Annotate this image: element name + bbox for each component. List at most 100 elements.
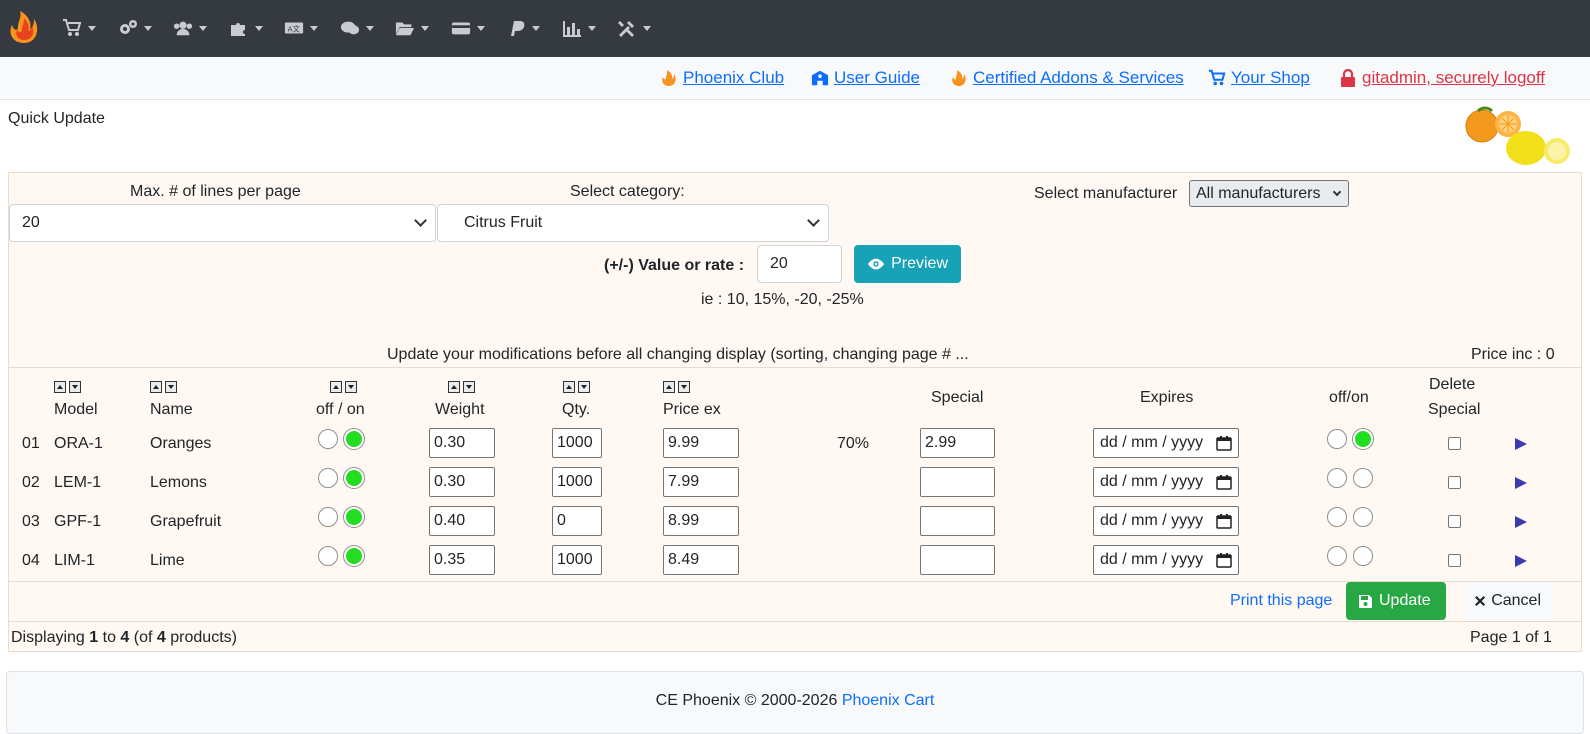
weight-input[interactable]: 0.40 (429, 506, 495, 536)
calendar-icon[interactable] (1216, 435, 1232, 451)
addons-menu[interactable] (229, 14, 285, 42)
customers-menu[interactable] (173, 14, 229, 42)
special-on-radio[interactable] (1353, 507, 1373, 527)
play-arrow-icon[interactable] (1515, 516, 1527, 528)
delete-special-checkbox[interactable] (1448, 515, 1461, 528)
expires-date-input[interactable]: dd / mm / yyyy (1093, 506, 1239, 536)
sort-asc-icon[interactable] (448, 381, 460, 393)
expires-date-input[interactable]: dd / mm / yyyy (1093, 467, 1239, 497)
reports-chat-menu[interactable] (340, 14, 396, 42)
tools-menu[interactable] (617, 14, 673, 42)
chevron-down-icon (199, 25, 207, 31)
status-off-radio[interactable] (318, 429, 338, 449)
sort-desc-icon[interactable] (678, 381, 690, 393)
qty-input[interactable]: 1000 (552, 428, 602, 458)
expires-date-input[interactable]: dd / mm / yyyy (1093, 545, 1239, 575)
range-from: 1 (89, 629, 99, 646)
status-off-radio[interactable] (318, 468, 338, 488)
cancel-button[interactable]: Cancel (1463, 582, 1553, 620)
special-off-radio[interactable] (1327, 468, 1347, 488)
phoenix-club-link[interactable]: Phoenix Club (660, 68, 784, 88)
rate-input[interactable]: 20 (757, 245, 842, 283)
calendar-icon[interactable] (1216, 474, 1232, 490)
weight-input[interactable]: 0.30 (429, 467, 495, 497)
payment-menu[interactable] (451, 14, 507, 42)
special-on-radio[interactable] (1353, 546, 1373, 566)
calendar-icon[interactable] (1216, 513, 1232, 529)
user-guide-link[interactable]: User Guide (811, 68, 920, 88)
weight-value: 0.35 (434, 551, 466, 568)
folder-open-icon (395, 22, 415, 36)
play-arrow-icon[interactable] (1515, 555, 1527, 567)
model-sort-buttons (54, 381, 81, 393)
manufacturer-select[interactable]: All manufacturers (1189, 180, 1349, 207)
phoenix-logo-icon[interactable] (6, 9, 42, 45)
status-on-radio[interactable] (344, 468, 364, 488)
status-on-radio[interactable] (344, 546, 364, 566)
lines-per-page-select[interactable]: 20 (9, 204, 436, 242)
price-input[interactable]: 9.99 (663, 428, 739, 458)
special-input[interactable] (920, 506, 995, 536)
weight-input[interactable]: 0.35 (429, 545, 495, 575)
sort-desc-icon[interactable] (345, 381, 357, 393)
catalog-menu[interactable] (62, 14, 118, 42)
category-select[interactable]: Citrus Fruit (437, 204, 829, 242)
special-input[interactable]: 2.99 (920, 428, 995, 458)
special-on-radio[interactable] (1353, 429, 1373, 449)
delete-special-checkbox[interactable] (1448, 437, 1461, 450)
top-navbar: A文 (0, 0, 1590, 57)
save-icon (1359, 594, 1372, 608)
sort-desc-icon[interactable] (463, 381, 475, 393)
play-arrow-icon[interactable] (1515, 438, 1527, 450)
status-on-radio[interactable] (344, 429, 364, 449)
qty-input[interactable]: 0 (552, 506, 602, 536)
price-input[interactable]: 8.99 (663, 506, 739, 536)
special-off-radio[interactable] (1327, 546, 1347, 566)
localization-menu[interactable]: A文 (284, 14, 340, 42)
preview-button[interactable]: Preview (854, 245, 961, 283)
total-count: 4 (156, 629, 166, 646)
special-input[interactable] (920, 467, 995, 497)
sort-desc-icon[interactable] (578, 381, 590, 393)
your-shop-link[interactable]: Your Shop (1208, 68, 1310, 88)
status-on-radio[interactable] (344, 507, 364, 527)
weight-input[interactable]: 0.30 (429, 428, 495, 458)
sort-desc-icon[interactable] (69, 381, 81, 393)
special-off-radio[interactable] (1327, 429, 1347, 449)
play-arrow-icon[interactable] (1515, 477, 1527, 489)
price-input[interactable]: 7.99 (663, 467, 739, 497)
certified-addons-link[interactable]: Certified Addons & Services (950, 68, 1184, 88)
modules-menu[interactable] (118, 14, 174, 42)
tools-files-menu[interactable] (395, 14, 451, 42)
expires-date-input[interactable]: dd / mm / yyyy (1093, 428, 1239, 458)
header-special-status: off/on (1329, 389, 1369, 406)
price-input[interactable]: 8.49 (663, 545, 739, 575)
special-input[interactable] (920, 545, 995, 575)
update-button[interactable]: Update (1346, 582, 1446, 620)
sort-asc-icon[interactable] (330, 381, 342, 393)
sort-asc-icon[interactable] (54, 381, 66, 393)
row-number: 04 (22, 552, 40, 569)
status-off-radio[interactable] (318, 507, 338, 527)
row-name: Lemons (150, 474, 207, 491)
print-page-link[interactable]: Print this page (1230, 592, 1332, 610)
calendar-icon[interactable] (1216, 552, 1232, 568)
quick-update-panel: Max. # of lines per page 20 Select categ… (8, 172, 1582, 652)
qty-input[interactable]: 1000 (552, 545, 602, 575)
qty-sort-buttons (563, 381, 590, 393)
delete-special-checkbox[interactable] (1448, 554, 1461, 567)
reports-menu[interactable] (562, 14, 618, 42)
special-on-radio[interactable] (1353, 468, 1373, 488)
paypal-menu[interactable] (506, 14, 562, 42)
sort-asc-icon[interactable] (663, 381, 675, 393)
logoff-link[interactable]: gitadmin, securely logoff (1339, 68, 1545, 88)
delete-special-checkbox[interactable] (1448, 476, 1461, 489)
phoenix-cart-link[interactable]: Phoenix Cart (842, 692, 935, 709)
special-off-radio[interactable] (1327, 507, 1347, 527)
sort-asc-icon[interactable] (563, 381, 575, 393)
qty-input[interactable]: 1000 (552, 467, 602, 497)
row-name: Oranges (150, 435, 212, 452)
sort-desc-icon[interactable] (165, 381, 177, 393)
status-off-radio[interactable] (318, 546, 338, 566)
sort-asc-icon[interactable] (150, 381, 162, 393)
